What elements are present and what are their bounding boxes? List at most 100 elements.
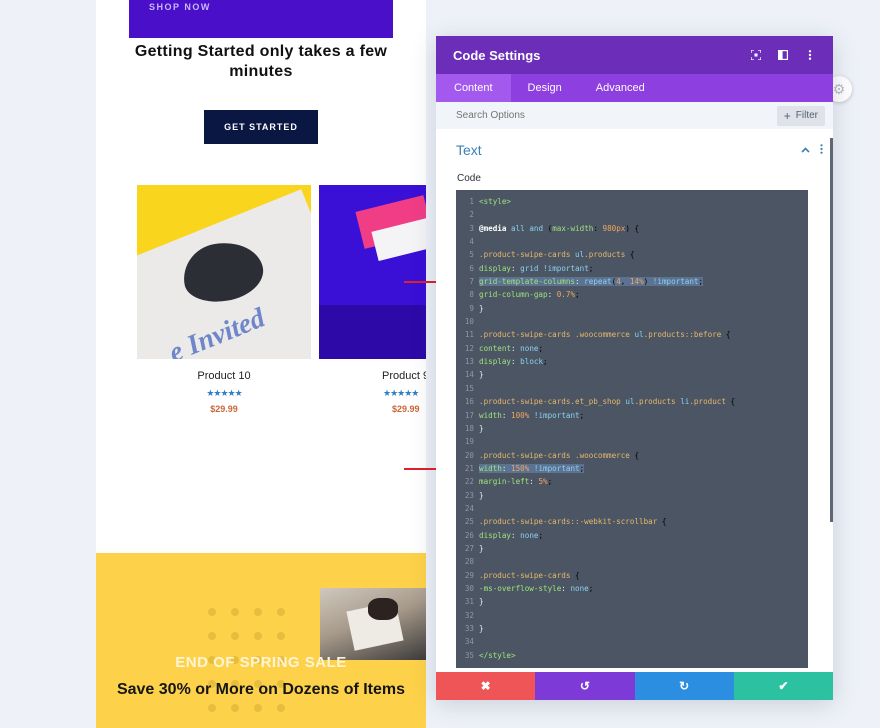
code-line[interactable]: 19 <box>456 435 808 448</box>
product-price: $29.99 <box>210 404 238 414</box>
code-line[interactable]: 4 <box>456 235 808 248</box>
star-rating: ★★★★★ <box>206 388 242 398</box>
line-number: 8 <box>469 290 474 300</box>
product-name[interactable]: Product 9 <box>319 370 426 382</box>
code-line[interactable]: 31} <box>456 595 808 608</box>
code-line[interactable]: 3 @media all and (max-width: 980px) { <box>456 222 808 235</box>
product-image[interactable]: e Invited <box>137 185 311 359</box>
code-line[interactable]: 9} <box>456 302 808 315</box>
code-line[interactable]: 35 </style> <box>456 649 808 662</box>
chevron-up-icon[interactable] <box>801 144 810 156</box>
split-view-icon[interactable] <box>776 48 790 62</box>
code-line[interactable]: 20 .product-swipe-cards .woocommerce { <box>456 449 808 462</box>
line-number: 23 <box>464 490 474 500</box>
code-text: } <box>479 370 484 380</box>
save-button[interactable]: ✔ <box>733 672 833 700</box>
dot <box>254 608 262 616</box>
plus-icon: + <box>783 108 791 123</box>
text-section-header[interactable]: Text <box>436 129 833 171</box>
code-text: .product-swipe-cards::-webkit-scrollbar … <box>479 517 667 527</box>
get-started-button[interactable]: GET STARTED <box>204 110 318 144</box>
code-line[interactable]: 28 <box>456 555 808 568</box>
tab-design[interactable]: Design <box>511 74 579 102</box>
line-number: 9 <box>469 303 474 313</box>
code-line[interactable]: 16 .product-swipe-cards.et_pb_shop ul.pro… <box>456 395 808 408</box>
section-title: Text <box>456 142 482 158</box>
line-number: 18 <box>464 423 474 433</box>
product-image[interactable] <box>319 185 426 359</box>
line-number: 35 <box>464 650 474 660</box>
cancel-button[interactable]: ✖ <box>436 672 536 700</box>
code-line[interactable]: 2 <box>456 208 808 221</box>
dot <box>208 632 216 640</box>
dot <box>277 632 285 640</box>
code-text: display: block; <box>479 357 548 367</box>
line-number: 27 <box>464 543 474 553</box>
code-line[interactable]: 30 -ms-overflow-style: none; <box>456 582 808 595</box>
filter-button[interactable]: + Filter <box>776 105 825 126</box>
undo-button[interactable]: ↺ <box>535 672 635 700</box>
redo-icon: ↻ <box>679 679 690 693</box>
code-line[interactable]: 5 .product-swipe-cards ul.products { <box>456 248 808 261</box>
focus-icon[interactable] <box>749 48 763 62</box>
code-line[interactable]: 1 <style> <box>456 195 808 208</box>
product-card[interactable]: e Invited Product 10 ★★★★★ $29.99 <box>137 185 311 414</box>
more-options-icon[interactable] <box>803 48 817 62</box>
code-text: .product-swipe-cards ul.products { <box>479 250 635 260</box>
code-line[interactable]: 18} <box>456 422 808 435</box>
code-line[interactable]: 8 grid-column-gap: 0.7%; <box>456 288 808 301</box>
code-line[interactable]: 13 display: block; <box>456 355 808 368</box>
modal-scrollbar[interactable] <box>830 138 833 522</box>
search-options-input[interactable] <box>456 110 777 121</box>
line-number: 13 <box>464 357 474 367</box>
code-line[interactable]: 10 <box>456 315 808 328</box>
line-number: 28 <box>464 557 474 567</box>
close-icon: ✖ <box>480 679 491 693</box>
filter-label: Filter <box>795 110 818 121</box>
line-number: 20 <box>464 450 474 460</box>
code-line[interactable]: 25 .product-swipe-cards::-webkit-scrollba… <box>456 515 808 528</box>
modal-header: Code Settings <box>436 36 833 74</box>
product-price: $29.99 <box>392 404 420 414</box>
code-line[interactable]: 24 <box>456 502 808 515</box>
code-line[interactable]: 26 display: none; <box>456 529 808 542</box>
image-shadow <box>319 305 426 359</box>
code-text: .product-swipe-cards .woocommerce { <box>479 450 640 460</box>
line-number: 3 <box>469 223 474 233</box>
code-text: display: none; <box>479 530 544 540</box>
code-line[interactable]: 21 width: 150% !important; <box>456 462 808 475</box>
code-line[interactable]: 14} <box>456 368 808 381</box>
code-line[interactable]: 15 <box>456 382 808 395</box>
line-number: 32 <box>464 610 474 620</box>
code-text: -ms-overflow-style: none; <box>479 583 594 593</box>
code-line[interactable]: 11 .product-swipe-cards .woocommerce ul.p… <box>456 328 808 341</box>
product-card[interactable]: Product 9 ★★★★★ $29.99 <box>319 185 426 414</box>
code-editor[interactable]: 1 <style> 2 3 @media all and (max-width: 980… <box>456 190 808 668</box>
code-line[interactable]: 29 .product-swipe-cards { <box>456 569 808 582</box>
line-number: 26 <box>464 530 474 540</box>
dot <box>277 704 285 712</box>
shop-now-link[interactable]: SHOP NOW <box>149 2 211 12</box>
dot <box>231 704 239 712</box>
code-line[interactable]: 12 content: none; <box>456 342 808 355</box>
line-number: 29 <box>464 570 474 580</box>
line-number: 19 <box>464 437 474 447</box>
section-more-icon[interactable] <box>820 143 823 157</box>
code-line[interactable]: 33} <box>456 622 808 635</box>
redo-button[interactable]: ↻ <box>634 672 734 700</box>
code-line[interactable]: 6 display: grid !important; <box>456 262 808 275</box>
tab-content[interactable]: Content <box>436 74 511 102</box>
code-line[interactable]: 7 grid-template-columns: repeat(4, 14%) !… <box>456 275 808 288</box>
code-line[interactable]: 22 margin-left: 5%; <box>456 475 808 488</box>
code-line[interactable]: 27} <box>456 542 808 555</box>
dot <box>277 608 285 616</box>
code-line[interactable]: 32 <box>456 609 808 622</box>
code-line[interactable]: 34 <box>456 635 808 648</box>
product-name[interactable]: Product 10 <box>137 370 311 382</box>
tab-advanced[interactable]: Advanced <box>579 74 662 102</box>
dot <box>254 632 262 640</box>
code-line[interactable]: 23} <box>456 489 808 502</box>
code-line[interactable]: 17 width: 100% !important; <box>456 409 808 422</box>
